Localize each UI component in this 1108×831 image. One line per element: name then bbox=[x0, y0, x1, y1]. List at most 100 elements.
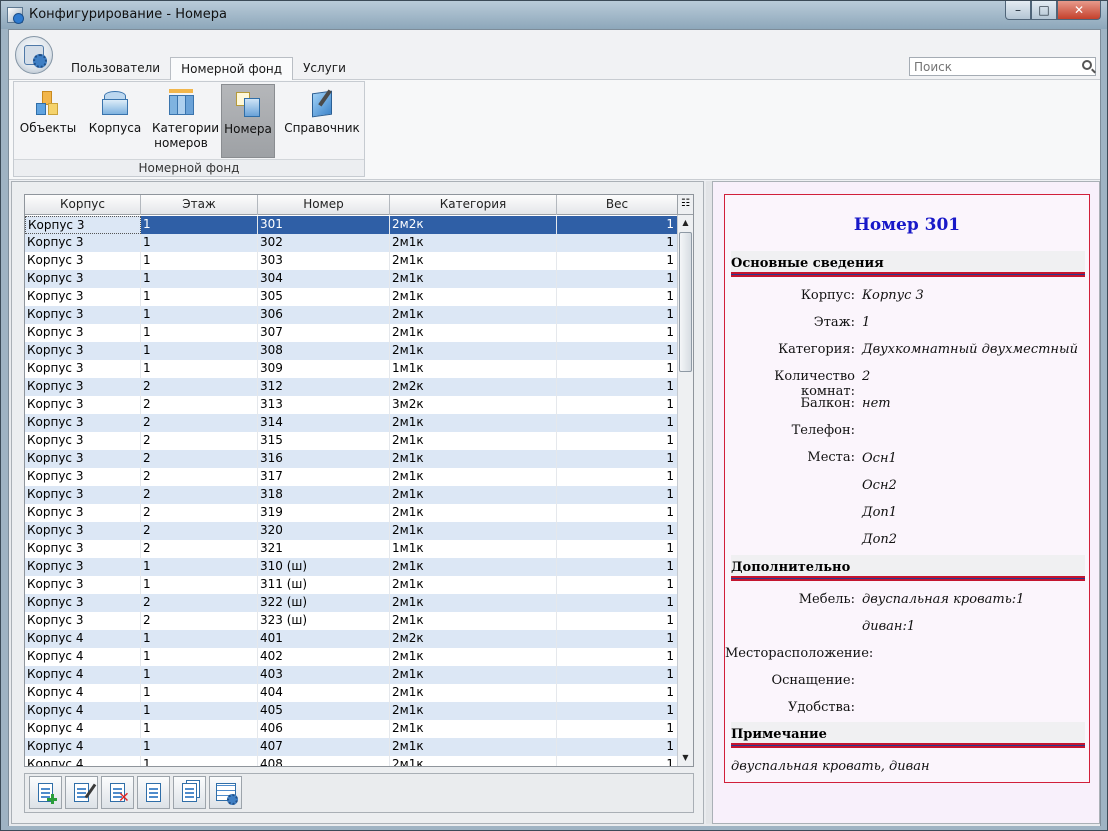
cell-weight[interactable]: 1 bbox=[557, 432, 678, 450]
column-chooser-icon[interactable]: ☷ bbox=[677, 195, 693, 215]
cell-number[interactable]: 316 bbox=[258, 450, 390, 468]
cell-weight[interactable]: 1 bbox=[557, 324, 678, 342]
cell-number[interactable]: 407 bbox=[258, 738, 390, 756]
cell-building[interactable]: Корпус 3 bbox=[25, 378, 141, 396]
scroll-up-arrow-icon[interactable]: ▲ bbox=[678, 215, 693, 231]
cell-building[interactable]: Корпус 4 bbox=[25, 720, 141, 738]
cell-category[interactable]: 2м1к bbox=[390, 756, 557, 766]
scroll-down-arrow-icon[interactable]: ▼ bbox=[678, 750, 693, 766]
cell-category[interactable]: 2м1к bbox=[390, 288, 557, 306]
table-row[interactable]: Корпус 4 1 404 2м1к 1 bbox=[25, 684, 678, 702]
cell-floor[interactable]: 2 bbox=[141, 396, 258, 414]
cell-category[interactable]: 2м1к bbox=[390, 576, 557, 594]
cell-weight[interactable]: 1 bbox=[557, 252, 678, 270]
edit-record-button[interactable] bbox=[65, 776, 98, 809]
cell-number[interactable]: 301 bbox=[258, 216, 390, 234]
cell-number[interactable]: 319 bbox=[258, 504, 390, 522]
cell-category[interactable]: 1м1к bbox=[390, 540, 557, 558]
cell-category[interactable]: 2м1к bbox=[390, 558, 557, 576]
column-header-building[interactable]: Корпус bbox=[25, 195, 141, 215]
cell-category[interactable]: 2м2к bbox=[390, 630, 557, 648]
cell-floor[interactable]: 2 bbox=[141, 486, 258, 504]
cell-number[interactable]: 312 bbox=[258, 378, 390, 396]
cell-category[interactable]: 2м1к bbox=[390, 522, 557, 540]
copy-record-button[interactable] bbox=[137, 776, 170, 809]
cell-number[interactable]: 314 bbox=[258, 414, 390, 432]
cell-category[interactable]: 2м1к bbox=[390, 738, 557, 756]
cell-weight[interactable]: 1 bbox=[557, 288, 678, 306]
table-row[interactable]: Корпус 3 1 308 2м1к 1 bbox=[25, 342, 678, 360]
cell-weight[interactable]: 1 bbox=[557, 738, 678, 756]
cell-number[interactable]: 307 bbox=[258, 324, 390, 342]
cell-weight[interactable]: 1 bbox=[557, 522, 678, 540]
table-row[interactable]: Корпус 3 2 315 2м1к 1 bbox=[25, 432, 678, 450]
cell-number[interactable]: 315 bbox=[258, 432, 390, 450]
cell-building[interactable]: Корпус 3 bbox=[25, 252, 141, 270]
cell-floor[interactable]: 1 bbox=[141, 360, 258, 378]
ribbon-button-rooms[interactable]: Номера bbox=[221, 84, 275, 158]
cell-weight[interactable]: 1 bbox=[557, 306, 678, 324]
cell-category[interactable]: 2м1к bbox=[390, 450, 557, 468]
cell-category[interactable]: 3м2к bbox=[390, 396, 557, 414]
cell-building[interactable]: Корпус 3 bbox=[25, 558, 141, 576]
cell-building[interactable]: Корпус 3 bbox=[25, 360, 141, 378]
cell-number[interactable]: 303 bbox=[258, 252, 390, 270]
delete-record-button[interactable]: ✕ bbox=[101, 776, 134, 809]
cell-weight[interactable]: 1 bbox=[557, 648, 678, 666]
table-row[interactable]: Корпус 4 1 406 2м1к 1 bbox=[25, 720, 678, 738]
ribbon-button-room-categories[interactable]: Категории номеров bbox=[148, 84, 219, 158]
cell-floor[interactable]: 1 bbox=[141, 738, 258, 756]
cell-category[interactable]: 2м1к bbox=[390, 234, 557, 252]
cell-floor[interactable]: 2 bbox=[141, 612, 258, 630]
cell-building[interactable]: Корпус 3 bbox=[25, 288, 141, 306]
cell-category[interactable]: 2м1к bbox=[390, 252, 557, 270]
cell-weight[interactable]: 1 bbox=[557, 612, 678, 630]
column-header-number[interactable]: Номер bbox=[258, 195, 390, 215]
search-icon[interactable] bbox=[1082, 60, 1092, 70]
cell-floor[interactable]: 1 bbox=[141, 720, 258, 738]
table-row[interactable]: Корпус 3 2 321 1м1к 1 bbox=[25, 540, 678, 558]
cell-weight[interactable]: 1 bbox=[557, 378, 678, 396]
cell-category[interactable]: 2м1к bbox=[390, 612, 557, 630]
ribbon-button-buildings[interactable]: Корпуса bbox=[84, 84, 146, 158]
cell-building[interactable]: Корпус 3 bbox=[25, 468, 141, 486]
cell-category[interactable]: 2м1к bbox=[390, 306, 557, 324]
cell-weight[interactable]: 1 bbox=[557, 234, 678, 252]
tab-services[interactable]: Услуги bbox=[293, 57, 356, 79]
cell-floor[interactable]: 1 bbox=[141, 306, 258, 324]
app-menu-button[interactable] bbox=[15, 36, 53, 74]
cell-weight[interactable]: 1 bbox=[557, 594, 678, 612]
cell-number[interactable]: 403 bbox=[258, 666, 390, 684]
close-button[interactable]: ✕ bbox=[1057, 1, 1101, 20]
cell-building[interactable]: Корпус 4 bbox=[25, 702, 141, 720]
cell-category[interactable]: 2м1к bbox=[390, 666, 557, 684]
cell-building[interactable]: Корпус 3 bbox=[25, 450, 141, 468]
add-record-button[interactable] bbox=[29, 776, 62, 809]
cell-category[interactable]: 2м1к bbox=[390, 414, 557, 432]
cell-number[interactable]: 302 bbox=[258, 234, 390, 252]
cell-building[interactable]: Корпус 4 bbox=[25, 666, 141, 684]
cell-category[interactable]: 2м2к bbox=[390, 378, 557, 396]
cell-building[interactable]: Корпус 3 bbox=[25, 324, 141, 342]
cell-number[interactable]: 306 bbox=[258, 306, 390, 324]
cell-floor[interactable]: 2 bbox=[141, 594, 258, 612]
cell-floor[interactable]: 2 bbox=[141, 432, 258, 450]
cell-floor[interactable]: 1 bbox=[141, 576, 258, 594]
cell-building[interactable]: Корпус 3 bbox=[25, 486, 141, 504]
table-row[interactable]: Корпус 3 1 305 2м1к 1 bbox=[25, 288, 678, 306]
cell-floor[interactable]: 1 bbox=[141, 558, 258, 576]
cell-category[interactable]: 2м1к bbox=[390, 486, 557, 504]
cell-floor[interactable]: 2 bbox=[141, 522, 258, 540]
cell-number[interactable]: 321 bbox=[258, 540, 390, 558]
table-row[interactable]: Корпус 4 1 403 2м1к 1 bbox=[25, 666, 678, 684]
cell-floor[interactable]: 1 bbox=[141, 666, 258, 684]
table-row[interactable]: Корпус 3 1 310 (ш) 2м1к 1 bbox=[25, 558, 678, 576]
table-row[interactable]: Корпус 3 1 306 2м1к 1 bbox=[25, 306, 678, 324]
cell-category[interactable]: 1м1к bbox=[390, 360, 557, 378]
cell-number[interactable]: 310 (ш) bbox=[258, 558, 390, 576]
cell-building[interactable]: Корпус 4 bbox=[25, 648, 141, 666]
cell-category[interactable]: 2м1к bbox=[390, 468, 557, 486]
cell-floor[interactable]: 1 bbox=[141, 684, 258, 702]
maximize-button[interactable]: □ bbox=[1031, 1, 1057, 20]
search-input[interactable] bbox=[910, 58, 1070, 75]
